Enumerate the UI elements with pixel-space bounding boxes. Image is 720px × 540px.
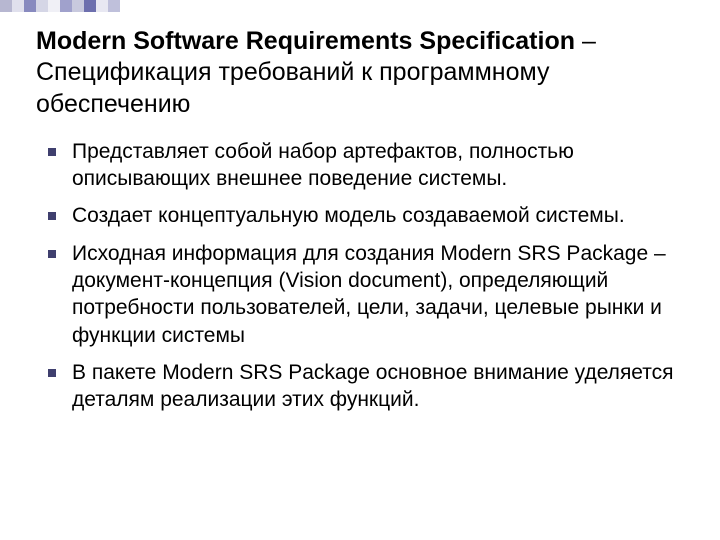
deco-cell bbox=[96, 0, 108, 12]
deco-cell bbox=[60, 0, 72, 12]
list-item: Представляет собой набор артефактов, пол… bbox=[46, 138, 684, 193]
deco-cell bbox=[84, 0, 96, 12]
deco-cell bbox=[108, 0, 120, 12]
deco-cell bbox=[48, 0, 60, 12]
list-item: В пакете Modern SRS Package основное вни… bbox=[46, 359, 684, 414]
title-bold: Modern Software Requirements Specificati… bbox=[36, 27, 575, 55]
slide-title: Modern Software Requirements Specificati… bbox=[36, 26, 684, 120]
list-item: Создает концептуальную модель создаваемо… bbox=[46, 202, 684, 229]
deco-cell bbox=[72, 0, 84, 12]
deco-cell bbox=[24, 0, 36, 12]
slide-content: Modern Software Requirements Specificati… bbox=[36, 26, 684, 423]
deco-cell bbox=[12, 0, 24, 12]
deco-cell bbox=[36, 0, 48, 12]
bullet-list: Представляет собой набор артефактов, пол… bbox=[46, 138, 684, 414]
deco-cell bbox=[0, 0, 12, 12]
list-item: Исходная информация для создания Modern … bbox=[46, 240, 684, 349]
corner-decoration bbox=[0, 0, 120, 12]
